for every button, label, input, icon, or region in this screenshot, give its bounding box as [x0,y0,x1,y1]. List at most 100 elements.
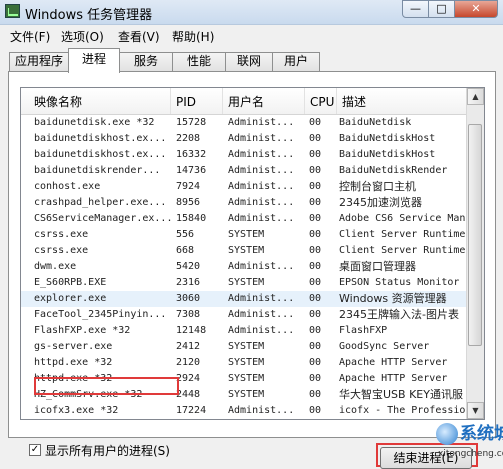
process-user-cell: Administ... [228,133,295,144]
table-row[interactable]: dwm.exe 5420 Administ... 00 桌面窗口管理器 [21,259,466,275]
process-description-cell: 2345王牌输入法-图片表 [339,308,459,321]
tab-processes[interactable]: 进程 [68,48,120,73]
table-row[interactable]: baidunetdiskhost.ex... 16332 Administ... 00… [21,147,466,163]
minimize-button[interactable]: — [402,0,429,18]
process-name-cell: conhost.exe [34,181,101,192]
process-description-cell: 2345加速浏览器 [339,196,422,209]
process-user-cell: SYSTEM [228,245,265,256]
process-description-cell: 华大智宝USB KEY通讯服 [339,388,463,401]
menu-file[interactable]: 文件(F) [10,28,50,45]
process-pid-cell: 668 [176,245,195,256]
process-description-cell: FlashFXP [339,325,388,336]
process-cpu-cell: 00 [309,341,322,352]
table-row[interactable]: E_S60RPB.EXE 2316 SYSTEM 00 EPSON Status Mon… [21,275,466,291]
table-row[interactable]: csrss.exe 556 SYSTEM 00 Client Server Runtim… [21,227,466,243]
table-row[interactable]: explorer.exe 3060 Administ... 00 Windows 资源管… [21,291,466,307]
process-pid-cell: 8956 [176,197,201,208]
process-name-cell: baidunetdiskhost.ex... [34,133,167,144]
column-header-image-name[interactable]: 映像名称 [21,88,171,114]
process-pid-cell: 15728 [176,117,207,128]
table-row[interactable]: gs-server.exe 2412 SYSTEM 00 GoodSync Server [21,339,466,355]
process-description-cell: Windows 资源管理器 [339,292,447,305]
process-description-cell: EPSON Status Monitor [339,277,460,288]
title-bar[interactable]: Windows 任务管理器 — □ ✕ [0,0,503,25]
watermark-subtext: xitongcheng.com [438,449,503,459]
process-pid-cell: 2924 [176,373,201,384]
table-row[interactable]: HZ_CommSrv.exe *32 2448 SYSTEM 00 华大智宝USB KE… [21,387,466,403]
scroll-down-button[interactable]: ▼ [467,402,484,419]
watermark-logo-icon [436,423,458,445]
table-row[interactable]: FlashFXP.exe *32 12148 Administ... 00 FlashF… [21,323,466,339]
process-user-cell: SYSTEM [228,341,265,352]
process-list[interactable]: 映像名称 PID 用户名 CPU 描述 baidunetdisk.exe *32… [20,87,485,420]
process-user-cell: SYSTEM [228,229,265,240]
menu-help[interactable]: 帮助(H) [172,28,214,45]
table-row[interactable]: baidunetdisk.exe *32 15728 Administ... 00 Ba… [21,115,466,131]
table-row[interactable]: crashpad_helper.exe... 8956 Administ... 00 2… [21,195,466,211]
process-cpu-cell: 00 [309,261,322,272]
tab-networking[interactable]: 联网 [225,52,273,71]
scroll-thumb[interactable] [468,124,482,346]
column-header-pid[interactable]: PID [171,88,223,114]
table-row[interactable]: baidunetdiskhost.ex... 2208 Administ... 00 B… [21,131,466,147]
process-description-cell: Apache HTTP Server [339,373,448,384]
menu-options[interactable]: 选项(O) [61,28,104,45]
process-description-cell: 桌面窗口管理器 [339,260,416,273]
process-pid-cell: 17224 [176,405,207,416]
table-row[interactable]: icofx3.exe *32 17224 Administ... 00 icofx - … [21,403,466,419]
tab-applications[interactable]: 应用程序 [9,52,69,71]
column-header-user[interactable]: 用户名 [223,88,305,114]
process-description-cell: BaiduNetdiskRender [339,165,448,176]
process-name-cell: baidunetdiskrender... [34,165,161,176]
process-cpu-cell: 00 [309,245,322,256]
process-description-cell: Client Server Runtime [339,245,466,256]
menu-bar: 文件(F) 选项(O) 查看(V) 帮助(H) [0,25,503,45]
process-cpu-cell: 00 [309,197,322,208]
process-user-cell: Administ... [228,149,295,160]
process-user-cell: Administ... [228,309,295,320]
process-pid-cell: 2412 [176,341,201,352]
menu-view[interactable]: 查看(V) [118,28,160,45]
process-name-cell: crashpad_helper.exe... [34,197,167,208]
process-description-cell: Client Server Runtime [339,229,466,240]
table-row[interactable]: FaceTool_2345Pinyin... 7308 Administ... 00 2… [21,307,466,323]
process-cpu-cell: 00 [309,213,322,224]
process-name-cell: gs-server.exe [34,341,113,352]
process-description-cell: Adobe CS6 Service Man [339,213,466,224]
tab-users[interactable]: 用户 [272,52,320,71]
process-cpu-cell: 00 [309,293,322,304]
process-name-cell: httpd.exe *32 [34,357,113,368]
scroll-up-button[interactable]: ▲ [467,88,484,105]
column-header-cpu[interactable]: CPU [305,88,337,114]
column-header-description[interactable]: 描述 [337,88,466,114]
process-name-cell: explorer.exe [34,293,107,304]
process-cpu-cell: 00 [309,389,322,400]
table-row[interactable]: conhost.exe 7924 Administ... 00 控制台窗口主机 [21,179,466,195]
process-name-cell: icofx3.exe *32 [34,405,119,416]
table-row[interactable]: csrss.exe 668 SYSTEM 00 Client Server Runtim… [21,243,466,259]
process-cpu-cell: 00 [309,277,322,288]
process-pid-cell: 2120 [176,357,201,368]
process-user-cell: Administ... [228,117,295,128]
maximize-button[interactable]: □ [428,0,455,18]
show-all-users-checkbox[interactable]: ✓ [29,444,41,456]
process-cpu-cell: 00 [309,357,322,368]
process-user-cell: SYSTEM [228,277,265,288]
tab-services[interactable]: 服务 [119,52,173,71]
process-pid-cell: 15840 [176,213,207,224]
table-row[interactable]: httpd.exe *32 2120 SYSTEM 00 Apache HTTP Ser… [21,355,466,371]
table-row[interactable]: baidunetdiskrender... 14736 Administ... 00 B… [21,163,466,179]
process-cpu-cell: 00 [309,405,322,416]
process-description-cell: GoodSync Server [339,341,430,352]
process-pid-cell: 2208 [176,133,201,144]
process-name-cell: csrss.exe [34,245,89,256]
tab-performance[interactable]: 性能 [172,52,226,71]
close-button[interactable]: ✕ [454,0,498,18]
process-user-cell: SYSTEM [228,373,265,384]
table-row[interactable]: CS6ServiceManager.ex... 15840 Administ... 0… [21,211,466,227]
process-user-cell: SYSTEM [228,357,265,368]
process-name-cell: httpd.exe *32 [34,373,113,384]
table-row[interactable]: httpd.exe *32 2924 SYSTEM 00 Apache HTTP Ser… [21,371,466,387]
vertical-scrollbar[interactable]: ▲ ▼ [466,88,484,419]
process-pid-cell: 2316 [176,277,201,288]
